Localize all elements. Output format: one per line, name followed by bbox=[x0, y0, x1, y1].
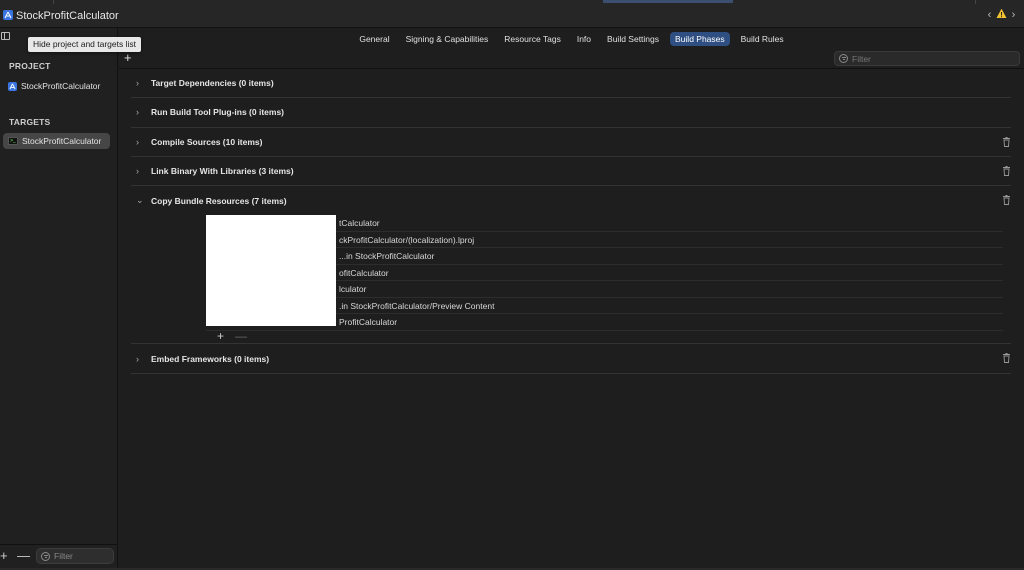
phase-target-dependencies[interactable]: › Target Dependencies (0 items) bbox=[131, 69, 1011, 99]
filter-icon bbox=[41, 551, 50, 561]
divider bbox=[53, 0, 54, 4]
phase-title: Embed Frameworks (0 items) bbox=[151, 353, 270, 364]
sidebar-item-project[interactable]: StockProfitCalculator bbox=[3, 78, 110, 94]
filter-icon bbox=[839, 54, 848, 63]
chevron-right-icon[interactable]: › bbox=[136, 78, 146, 88]
project-section-header: PROJECT bbox=[9, 61, 51, 71]
chevron-right-icon[interactable]: › bbox=[1009, 9, 1018, 22]
sidebar-item-label: StockProfitCalculator bbox=[21, 81, 101, 91]
phase-title: Link Binary With Libraries (3 items) bbox=[151, 166, 294, 177]
phase-embed-frameworks[interactable]: › Embed Frameworks (0 items) bbox=[131, 344, 1011, 374]
build-phases-editor: General Signing & Capabilities Resource … bbox=[119, 28, 1024, 570]
redacted-region bbox=[206, 215, 336, 327]
filter-placeholder: Filter bbox=[852, 53, 871, 64]
add-resource-button[interactable]: + bbox=[217, 330, 224, 342]
tab-build-phases[interactable]: Build Phases bbox=[670, 31, 730, 46]
build-phases-list: › Target Dependencies (0 items) › Run Bu… bbox=[131, 69, 1011, 374]
sidebar-toggle-icon[interactable] bbox=[1, 32, 10, 40]
target-app-icon: >_ bbox=[8, 137, 18, 145]
divider bbox=[975, 0, 976, 4]
chevron-left-icon[interactable]: ‹ bbox=[985, 9, 994, 22]
project-targets-sidebar: PROJECT StockProfitCalculator TARGETS >_… bbox=[0, 28, 118, 570]
sidebar-item-target[interactable]: >_ StockProfitCalculator bbox=[3, 133, 110, 149]
phase-title: Compile Sources (10 items) bbox=[151, 136, 263, 147]
editor-tabs: General Signing & Capabilities Resource … bbox=[119, 28, 1024, 49]
tab-resource-tags[interactable]: Resource Tags bbox=[499, 32, 566, 46]
title-bar: StockProfitCalculator ‹ › bbox=[0, 0, 1024, 28]
project-icon bbox=[8, 81, 17, 91]
phases-toolbar: + Filter bbox=[119, 49, 1024, 69]
sidebar-filter-field[interactable]: Filter bbox=[36, 548, 114, 564]
phase-title: Run Build Tool Plug-ins (0 items) bbox=[151, 107, 285, 118]
add-build-phase-button[interactable]: + bbox=[124, 51, 132, 65]
window-title: StockProfitCalculator bbox=[16, 10, 119, 22]
sidebar-footer: + — Filter bbox=[0, 544, 118, 570]
phase-copy-bundle-resources[interactable]: ⌄ Copy Bundle Resources (7 items) bbox=[131, 186, 1011, 215]
app-icon bbox=[3, 10, 13, 20]
trash-icon[interactable] bbox=[1002, 353, 1011, 364]
phase-run-build-tool-plugins[interactable]: › Run Build Tool Plug-ins (0 items) bbox=[131, 98, 1011, 128]
add-target-button[interactable]: + bbox=[0, 549, 8, 563]
tab-general[interactable]: General bbox=[354, 32, 394, 46]
chevron-right-icon[interactable]: › bbox=[136, 354, 146, 364]
remove-resource-button[interactable]: — bbox=[235, 330, 247, 342]
chevron-down-icon[interactable]: ⌄ bbox=[136, 195, 146, 206]
trash-icon[interactable] bbox=[1002, 165, 1011, 176]
tooltip: Hide project and targets list bbox=[28, 37, 141, 52]
tab-info[interactable]: Info bbox=[572, 32, 596, 46]
remove-target-button[interactable]: — bbox=[17, 549, 30, 563]
chevron-right-icon[interactable]: › bbox=[136, 137, 146, 147]
active-tab-indicator bbox=[603, 0, 733, 3]
targets-section-header: TARGETS bbox=[9, 117, 51, 127]
chevron-right-icon[interactable]: › bbox=[136, 166, 146, 176]
phase-title: Copy Bundle Resources (7 items) bbox=[151, 195, 287, 206]
filter-placeholder: Filter bbox=[54, 551, 73, 561]
tab-build-rules[interactable]: Build Rules bbox=[736, 32, 789, 46]
chevron-right-icon[interactable]: › bbox=[136, 107, 146, 117]
warning-icon[interactable] bbox=[996, 8, 1007, 22]
trash-icon[interactable] bbox=[1002, 195, 1011, 206]
tab-signing-capabilities[interactable]: Signing & Capabilities bbox=[401, 32, 494, 46]
sidebar-item-label: StockProfitCalculator bbox=[22, 136, 102, 146]
phase-link-binary[interactable]: › Link Binary With Libraries (3 items) bbox=[131, 157, 1011, 187]
copy-bundle-resources-list: tCalculator ckProfitCalculator/(localiza… bbox=[131, 215, 1011, 345]
phase-compile-sources[interactable]: › Compile Sources (10 items) bbox=[131, 128, 1011, 157]
navigator-controls: ‹ › bbox=[985, 8, 1018, 22]
phase-title: Target Dependencies (0 items) bbox=[151, 78, 274, 89]
trash-icon[interactable] bbox=[1002, 136, 1011, 147]
phases-filter-field[interactable]: Filter bbox=[834, 51, 1020, 66]
tab-build-settings[interactable]: Build Settings bbox=[602, 32, 664, 46]
